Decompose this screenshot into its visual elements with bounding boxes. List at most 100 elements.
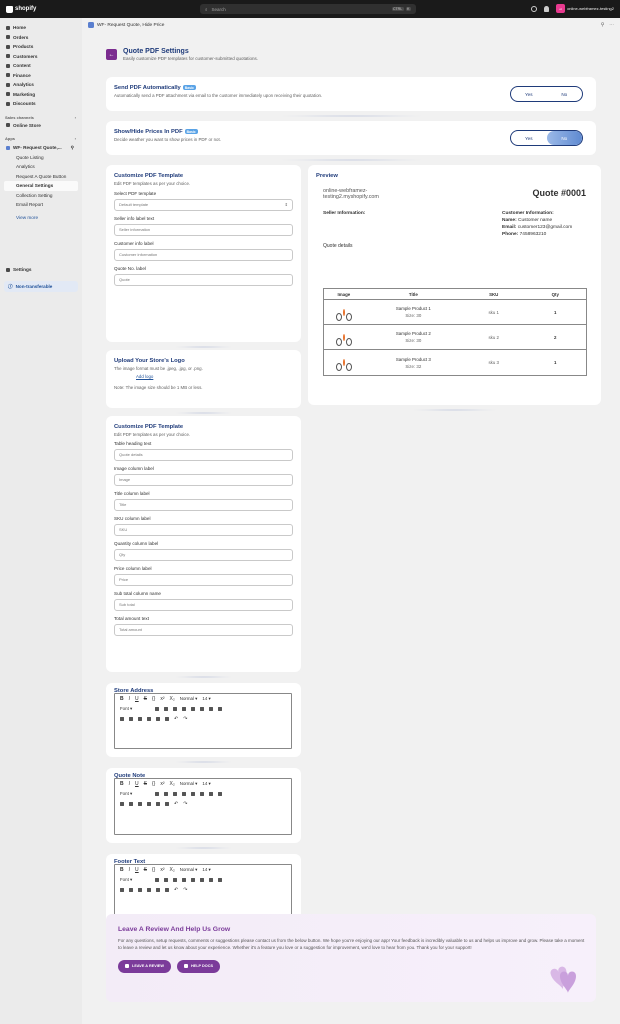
image-icon[interactable]: [138, 717, 142, 721]
undo-icon[interactable]: ↶: [174, 887, 178, 893]
non-transferable-badge[interactable]: ⓘ Non-transferable: [4, 281, 78, 292]
italic-button[interactable]: I: [129, 696, 130, 702]
subscript-button[interactable]: X₂: [170, 867, 175, 873]
send-pdf-toggle[interactable]: Yes No: [510, 86, 583, 102]
link-icon[interactable]: [120, 717, 124, 721]
help-docs-button[interactable]: HELP DOCS: [176, 959, 221, 973]
toggle-no[interactable]: No: [546, 131, 582, 145]
toggle-yes[interactable]: Yes: [511, 131, 547, 145]
font-dropdown[interactable]: Font ▾: [120, 791, 150, 797]
redo-icon[interactable]: ↷: [183, 801, 187, 807]
hide-prices-toggle[interactable]: Yes No: [510, 130, 583, 146]
color-icon[interactable]: [218, 792, 222, 796]
eraser-icon[interactable]: [165, 888, 169, 892]
table-icon[interactable]: [156, 888, 160, 892]
bell-icon[interactable]: [544, 5, 550, 12]
link-icon[interactable]: [120, 888, 124, 892]
size-dropdown[interactable]: 14 ▾: [202, 696, 210, 702]
subtotal-column-field[interactable]: Sub total: [114, 598, 293, 611]
sidebar-subitem-email-report[interactable]: Email Report: [0, 200, 82, 210]
table-icon[interactable]: [156, 802, 160, 806]
sidebar-item-discounts[interactable]: Discounts: [0, 99, 82, 109]
strike-button[interactable]: S: [144, 781, 147, 787]
size-dropdown[interactable]: 14 ▾: [202, 867, 210, 873]
sidebar-item-analytics[interactable]: Analytics: [0, 80, 82, 90]
table-heading-field[interactable]: Quote details: [114, 448, 293, 461]
undo-icon[interactable]: ↶: [174, 716, 178, 722]
color-icon[interactable]: [218, 707, 222, 711]
code-button[interactable]: {}: [152, 781, 155, 787]
align-left-icon[interactable]: [182, 707, 186, 711]
italic-button[interactable]: I: [129, 867, 130, 873]
price-column-field[interactable]: Price: [114, 573, 293, 586]
pin-icon[interactable]: ⚲: [601, 23, 605, 28]
strike-button[interactable]: S: [144, 696, 147, 702]
superscript-button[interactable]: x²: [160, 696, 164, 702]
seller-label-field[interactable]: Seller information: [114, 223, 293, 236]
italic-button[interactable]: I: [129, 781, 130, 787]
sidebar-item-app[interactable]: WF- Request Quote,... ⚲: [0, 143, 82, 153]
sidebar-item-orders[interactable]: Orders: [0, 33, 82, 43]
customer-label-field[interactable]: Customer information: [114, 248, 293, 261]
bold-button[interactable]: B: [120, 781, 124, 787]
sidebar-item-customers[interactable]: Customers: [0, 52, 82, 62]
justify-icon[interactable]: [209, 792, 213, 796]
search-input[interactable]: ⌕ Search CTRL K: [200, 4, 416, 14]
add-logo-button[interactable]: Add logo: [136, 374, 293, 379]
quote-label-field[interactable]: Quote: [114, 273, 293, 286]
redo-icon[interactable]: ↷: [183, 887, 187, 893]
emoji-icon[interactable]: [147, 717, 151, 721]
sidebar-item-content[interactable]: Content: [0, 61, 82, 71]
template-select[interactable]: Default template: [114, 198, 293, 211]
image-icon[interactable]: [138, 802, 142, 806]
indent-icon[interactable]: [173, 792, 177, 796]
justify-icon[interactable]: [209, 878, 213, 882]
sidebar-subitem-analytics[interactable]: Analytics: [0, 162, 82, 172]
align-right-icon[interactable]: [200, 878, 204, 882]
align-left-icon[interactable]: [182, 792, 186, 796]
view-more-link[interactable]: View more: [0, 213, 82, 223]
align-left-icon[interactable]: [182, 878, 186, 882]
strike-button[interactable]: S: [144, 867, 147, 873]
sidebar-subitem-quote-listing[interactable]: Quote Listing: [0, 153, 82, 163]
emoji-icon[interactable]: [147, 802, 151, 806]
font-dropdown[interactable]: Font ▾: [120, 877, 150, 883]
underline-button[interactable]: U: [135, 696, 139, 702]
justify-icon[interactable]: [209, 707, 213, 711]
indent-icon[interactable]: [173, 707, 177, 711]
underline-button[interactable]: U: [135, 867, 139, 873]
sidebar-item-marketing[interactable]: Marketing: [0, 90, 82, 100]
size-dropdown[interactable]: 14 ▾: [202, 781, 210, 787]
emoji-icon[interactable]: [147, 888, 151, 892]
more-icon[interactable]: ···: [609, 23, 614, 28]
store-address-editor[interactable]: B I U S {} x² X₂ Normal ▾ 14 ▾ Font ▾ ↶ ↷: [114, 693, 292, 749]
sidebar-item-products[interactable]: Products: [0, 42, 82, 52]
numbered-list-icon[interactable]: [164, 707, 168, 711]
superscript-button[interactable]: x²: [160, 781, 164, 787]
total-amount-field[interactable]: Total amount: [114, 623, 293, 636]
color-icon[interactable]: [218, 878, 222, 882]
style-dropdown[interactable]: Normal ▾: [180, 781, 198, 787]
indent-icon[interactable]: [173, 878, 177, 882]
numbered-list-icon[interactable]: [164, 792, 168, 796]
align-right-icon[interactable]: [200, 707, 204, 711]
undo-icon[interactable]: ↶: [174, 801, 178, 807]
unlink-icon[interactable]: [129, 888, 133, 892]
align-center-icon[interactable]: [191, 792, 195, 796]
image-column-field[interactable]: Image: [114, 473, 293, 486]
leave-review-button[interactable]: LEAVE A REVIEW: [118, 959, 171, 973]
superscript-button[interactable]: x²: [160, 867, 164, 873]
sidebar-subitem-collection-setting[interactable]: Collection Setting: [0, 191, 82, 201]
title-column-field[interactable]: Title: [114, 498, 293, 511]
style-dropdown[interactable]: Normal ▾: [180, 867, 198, 873]
font-dropdown[interactable]: Font ▾: [120, 706, 150, 712]
image-icon[interactable]: [138, 888, 142, 892]
numbered-list-icon[interactable]: [164, 878, 168, 882]
link-icon[interactable]: [120, 802, 124, 806]
sidekick-icon[interactable]: [531, 5, 538, 12]
toggle-yes[interactable]: Yes: [511, 87, 547, 101]
redo-icon[interactable]: ↷: [183, 716, 187, 722]
sidebar-item-finance[interactable]: Finance: [0, 71, 82, 81]
sidebar-item-settings[interactable]: Settings: [0, 265, 82, 275]
pin-icon[interactable]: ⚲: [71, 145, 74, 151]
